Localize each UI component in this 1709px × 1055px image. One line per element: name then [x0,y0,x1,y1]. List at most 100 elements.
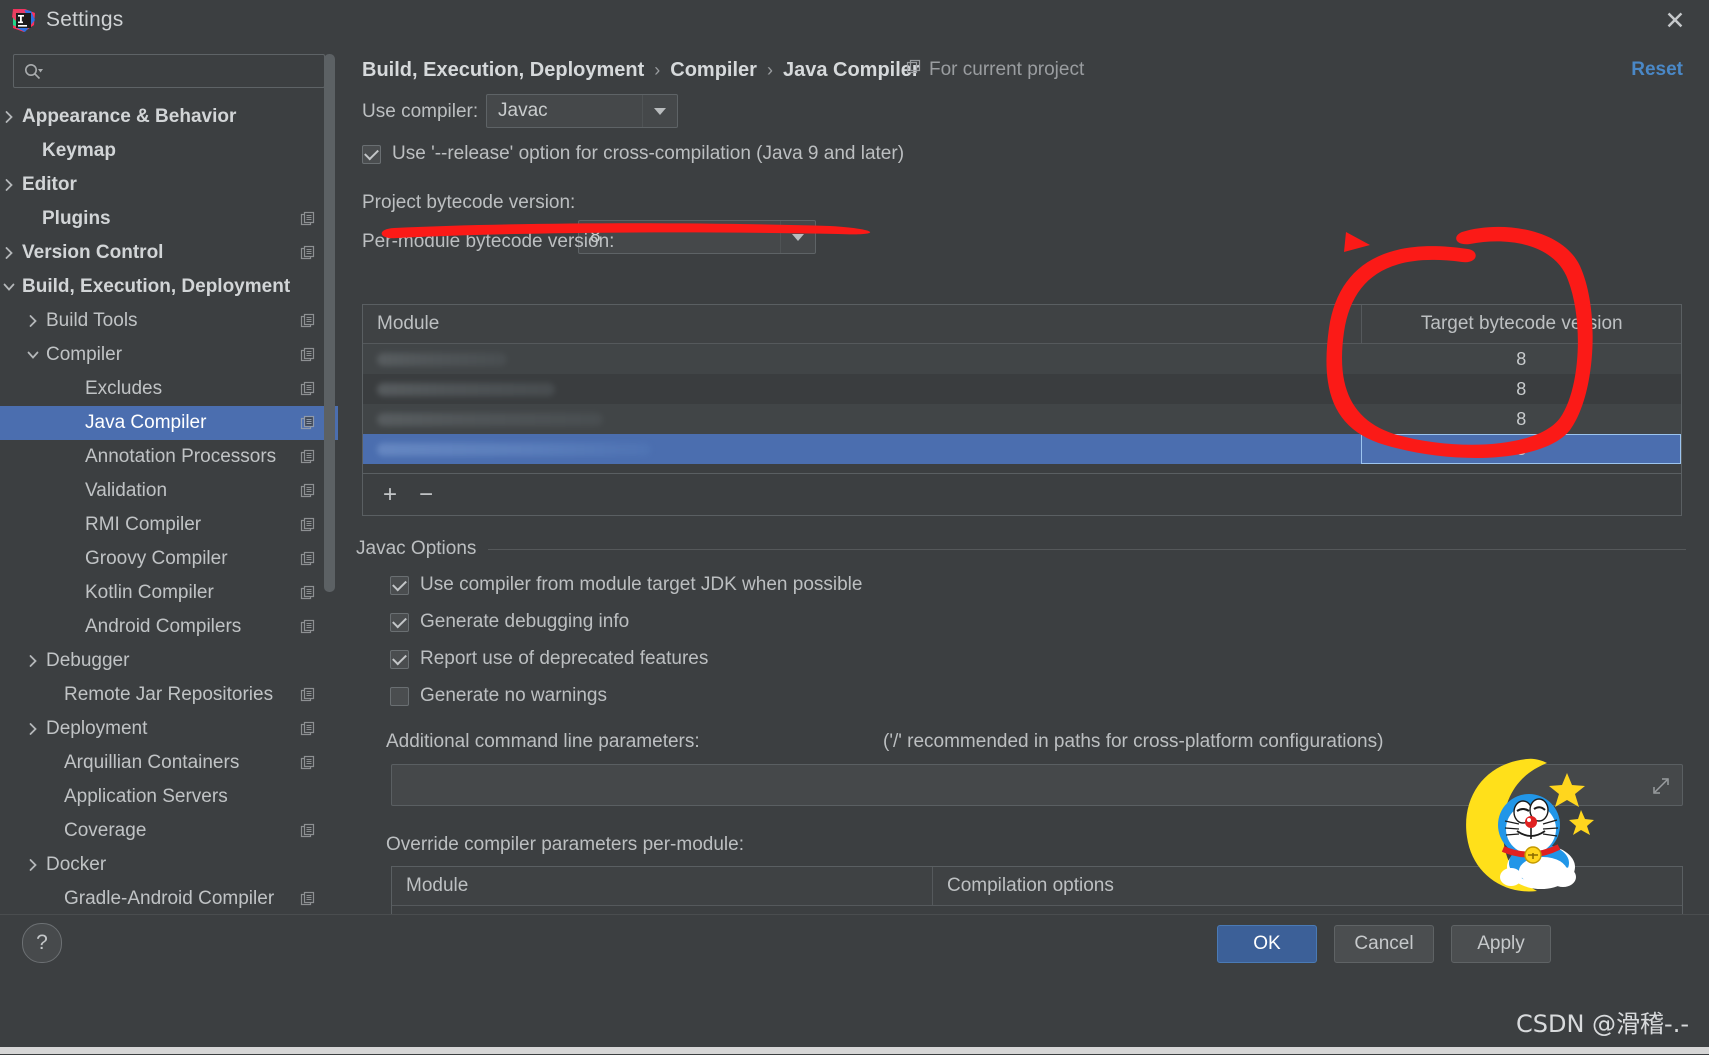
apply-button[interactable]: Apply [1451,925,1551,963]
sidebar-item-editor[interactable]: Editor [0,168,338,202]
javac-option-row[interactable]: Generate debugging info [390,611,629,633]
reset-link[interactable]: Reset [1631,50,1683,90]
breadcrumb-item-2[interactable]: Java Compiler [783,59,920,82]
sidebar-item-compiler[interactable]: Compiler [0,338,338,372]
sidebar-item-label: Remote Jar Repositories [64,684,274,705]
sidebar-scrollbar[interactable] [324,54,335,592]
close-icon[interactable]: ✕ [1655,4,1695,38]
sidebar-item-java-compiler[interactable]: Java Compiler [0,406,338,440]
additional-params-label: Additional command line parameters: [386,731,700,752]
redacted-module-name [377,412,603,426]
chevron-down-icon[interactable] [25,347,41,363]
release-option-checkbox[interactable] [362,144,381,164]
release-option-label: Use '--release' option for cross-compila… [392,143,905,164]
sidebar-item-version-control[interactable]: Version Control [0,236,338,270]
window-title: Settings [46,8,124,31]
sidebar-item-appearance-behavior[interactable]: Appearance & Behavior [0,100,338,134]
breadcrumb-item-0[interactable]: Build, Execution, Deployment [362,59,644,82]
sidebar-item-arquillian-containers[interactable]: Arquillian Containers [0,746,338,780]
sidebar-item-android-compilers[interactable]: Android Compilers [0,610,338,644]
sidebar-item-build-execution-deployment[interactable]: Build, Execution, Deployment [0,270,338,304]
sidebar-item-keymap[interactable]: Keymap [0,134,338,168]
copy-icon [300,619,316,635]
sidebar-item-build-tools[interactable]: Build Tools [0,304,338,338]
scope-label: For current project [929,59,1085,80]
intellij-idea-icon [11,8,37,34]
sidebar-item-application-servers[interactable]: Application Servers [0,780,338,814]
javac-option-checkbox[interactable] [390,575,409,595]
javac-option-row[interactable]: Report use of deprecated features [390,648,708,670]
copy-icon [300,347,316,363]
sidebar-item-label: Kotlin Compiler [85,582,214,603]
per-module-bytecode-table[interactable]: Module Target bytecode version 8 8 8 8 [362,304,1682,474]
javac-option-checkbox[interactable] [390,686,409,706]
sidebar-item-plugins[interactable]: Plugins [0,202,338,236]
table-row[interactable]: 8 [363,404,1681,434]
remove-module-button[interactable]: − [413,482,439,508]
copy-icon [300,551,316,567]
javac-option-row[interactable]: Generate no warnings [390,685,607,707]
chevron-right-icon[interactable] [25,653,41,669]
copy-icon [300,313,316,329]
search-input[interactable] [52,55,322,89]
target-bytecode-cell[interactable]: 8 [1361,374,1681,404]
target-bytecode-cell[interactable]: 8 [1361,344,1681,374]
use-compiler-select[interactable]: Javac [486,94,678,128]
table-row[interactable]: 8 [363,344,1681,374]
sidebar-item-debugger[interactable]: Debugger [0,644,338,678]
cancel-button[interactable]: Cancel [1334,925,1434,963]
help-button[interactable]: ? [22,923,62,963]
sidebar-item-label: RMI Compiler [85,514,202,535]
target-bytecode-cell[interactable]: 8 [1361,434,1681,464]
chevron-down-icon[interactable] [780,221,815,253]
javac-option-checkbox[interactable] [390,612,409,632]
table-row[interactable]: 8 [363,434,1681,464]
search-box[interactable] [13,54,325,89]
sidebar-item-excludes[interactable]: Excludes [0,372,338,406]
redacted-module-name [377,382,555,396]
javac-options-group-header: Javac Options [356,538,1686,560]
javac-option-checkbox[interactable] [390,649,409,669]
module-name-cell[interactable] [363,344,1361,374]
override-table-column-header[interactable]: Module [392,867,932,905]
chevron-right-icon[interactable] [25,857,41,873]
copy-icon [300,721,316,737]
settings-sidebar: Appearance & Behavior Keymap Editor Plugins… [0,42,338,914]
release-option-row[interactable]: Use '--release' option for cross-compila… [362,143,904,165]
use-compiler-value: Javac [498,100,548,121]
sidebar-item-gradle-android-compiler[interactable]: Gradle-Android Compiler [0,882,338,914]
sidebar-item-groovy-compiler[interactable]: Groovy Compiler [0,542,338,576]
redacted-module-name [377,352,507,366]
module-table-column-header[interactable]: Module [363,305,1361,343]
chevron-down-icon[interactable] [1,279,17,295]
sidebar-item-remote-jar-repositories[interactable]: Remote Jar Repositories [0,678,338,712]
ok-button[interactable]: OK [1217,925,1317,963]
sidebar-item-coverage[interactable]: Coverage [0,814,338,848]
sidebar-item-validation[interactable]: Validation [0,474,338,508]
module-name-cell[interactable] [363,404,1361,434]
sidebar-item-kotlin-compiler[interactable]: Kotlin Compiler [0,576,338,610]
module-table-column-header[interactable]: Target bytecode version [1361,305,1681,343]
per-module-label-row: Per-module bytecode version: [362,231,614,253]
module-name-cell[interactable] [363,374,1361,404]
module-name-cell[interactable] [363,434,1361,464]
javac-option-label: Report use of deprecated features [420,648,709,669]
sidebar-item-docker[interactable]: Docker [0,848,338,882]
table-row[interactable]: 8 [363,374,1681,404]
expand-icon[interactable] [1652,777,1670,795]
add-module-button[interactable]: + [377,482,403,508]
chevron-right-icon[interactable] [25,313,41,329]
chevron-right-icon[interactable] [1,245,17,261]
chevron-right-icon[interactable] [1,177,17,193]
javac-option-label: Use compiler from module target JDK when… [420,574,863,595]
target-bytecode-cell[interactable]: 8 [1361,404,1681,434]
javac-option-row[interactable]: Use compiler from module target JDK when… [390,574,862,596]
chevron-down-icon[interactable] [642,95,677,127]
sidebar-item-deployment[interactable]: Deployment [0,712,338,746]
breadcrumb-item-1[interactable]: Compiler [670,59,757,82]
chevron-right-icon[interactable] [1,109,17,125]
sidebar-item-annotation-processors[interactable]: Annotation Processors [0,440,338,474]
sidebar-item-rmi-compiler[interactable]: RMI Compiler [0,508,338,542]
chevron-right-icon[interactable] [25,721,41,737]
breadcrumb-separator: › [654,59,661,80]
